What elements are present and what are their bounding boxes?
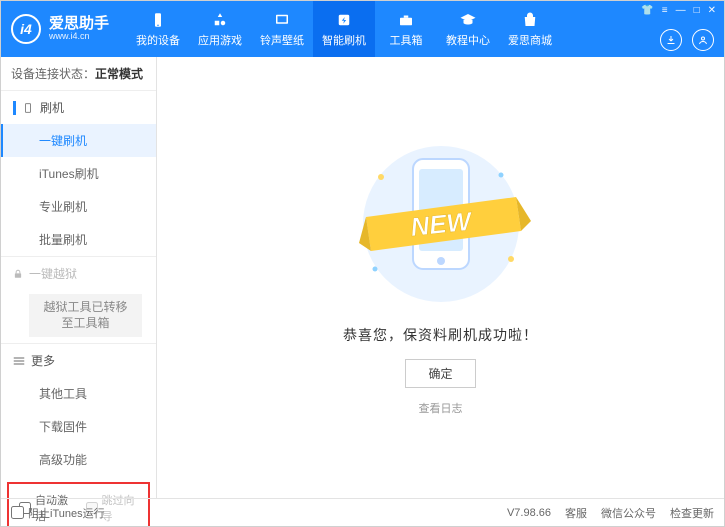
- ok-button[interactable]: 确定: [405, 359, 475, 388]
- nav-label: 铃声壁纸: [260, 32, 304, 48]
- nav-label: 工具箱: [390, 32, 423, 48]
- list-icon: [13, 356, 25, 366]
- top-nav: 我的设备 应用游戏 铃声壁纸 智能刷机 工具箱 教程中心: [127, 1, 561, 57]
- window-controls: 👕 ≡ — □ ✕: [641, 5, 716, 16]
- nav-toolbox[interactable]: 工具箱: [375, 1, 437, 57]
- device-icon: [148, 11, 168, 29]
- connection-status: 设备连接状态：正常模式: [1, 57, 156, 90]
- toolbox-icon: [396, 11, 416, 29]
- sidebar-item-download-firmware[interactable]: 下载固件: [1, 410, 156, 443]
- sidebar-item-other-tools[interactable]: 其他工具: [1, 377, 156, 410]
- footer-link-wechat[interactable]: 微信公众号: [601, 505, 656, 521]
- logo-icon: i4: [11, 14, 41, 44]
- sidebar-item-advanced[interactable]: 高级功能: [1, 443, 156, 476]
- title-bar: i4 爱思助手 www.i4.cn 我的设备 应用游戏 铃声壁纸 智能刷机: [1, 1, 724, 57]
- wallpaper-icon: [272, 11, 292, 29]
- nav-store[interactable]: 爱思商城: [499, 1, 561, 57]
- nav-label: 爱思商城: [508, 32, 552, 48]
- footer-link-support[interactable]: 客服: [565, 505, 587, 521]
- menu-icon[interactable]: ≡: [662, 5, 668, 16]
- nav-label: 教程中心: [446, 32, 490, 48]
- sidebar-item-batch-flash[interactable]: 批量刷机: [1, 223, 156, 256]
- nav-label: 智能刷机: [322, 32, 366, 48]
- phone-icon: [22, 103, 34, 113]
- nav-apps-games[interactable]: 应用游戏: [189, 1, 251, 57]
- nav-label: 应用游戏: [198, 32, 242, 48]
- sidebar-section-more[interactable]: 更多: [1, 344, 156, 377]
- status-bar: 阻止iTunes运行 V7.98.66 客服 微信公众号 检查更新: [1, 498, 724, 526]
- section-title: 刷机: [40, 99, 64, 116]
- tutorial-icon: [458, 11, 478, 29]
- app-title: 爱思助手: [49, 16, 109, 33]
- view-log-link[interactable]: 查看日志: [419, 400, 463, 416]
- download-button[interactable]: [660, 29, 682, 51]
- section-title: 一键越狱: [29, 265, 77, 282]
- section-title: 更多: [31, 352, 55, 369]
- app-logo: i4 爱思助手 www.i4.cn: [11, 14, 109, 44]
- lock-icon: [13, 269, 23, 279]
- nav-smart-flash[interactable]: 智能刷机: [313, 1, 375, 57]
- user-button[interactable]: [692, 29, 714, 51]
- sidebar-section-flash[interactable]: 刷机: [1, 91, 156, 124]
- maximize-icon[interactable]: □: [694, 5, 700, 16]
- footer-link-update[interactable]: 检查更新: [670, 505, 714, 521]
- block-itunes-checkbox[interactable]: 阻止iTunes运行: [11, 505, 105, 521]
- version-label: V7.98.66: [507, 507, 551, 519]
- nav-ringtone-wallpaper[interactable]: 铃声壁纸: [251, 1, 313, 57]
- sidebar-section-jailbreak[interactable]: 一键越狱: [1, 257, 156, 290]
- minimize-icon[interactable]: —: [676, 5, 686, 16]
- main-content: NEW 恭喜您，保资料刷机成功啦！ 确定 查看日志: [157, 57, 724, 498]
- nav-label: 我的设备: [136, 32, 180, 48]
- success-illustration: NEW: [341, 139, 541, 309]
- sidebar-item-one-click-flash[interactable]: 一键刷机: [1, 124, 156, 157]
- nav-my-device[interactable]: 我的设备: [127, 1, 189, 57]
- sidebar-item-pro-flash[interactable]: 专业刷机: [1, 190, 156, 223]
- sidebar-item-itunes-flash[interactable]: iTunes刷机: [1, 157, 156, 190]
- apps-icon: [210, 11, 230, 29]
- sidebar: 设备连接状态：正常模式 刷机 一键刷机 iTunes刷机 专业刷机 批量刷机: [1, 57, 157, 498]
- nav-tutorials[interactable]: 教程中心: [437, 1, 499, 57]
- store-icon: [520, 11, 540, 29]
- success-message: 恭喜您，保资料刷机成功啦！: [343, 325, 538, 345]
- jailbreak-note: 越狱工具已转移至工具箱: [29, 294, 142, 337]
- flash-icon: [334, 11, 354, 29]
- close-icon[interactable]: ✕: [708, 5, 716, 16]
- app-subtitle: www.i4.cn: [49, 32, 109, 42]
- skin-icon[interactable]: 👕: [641, 5, 653, 16]
